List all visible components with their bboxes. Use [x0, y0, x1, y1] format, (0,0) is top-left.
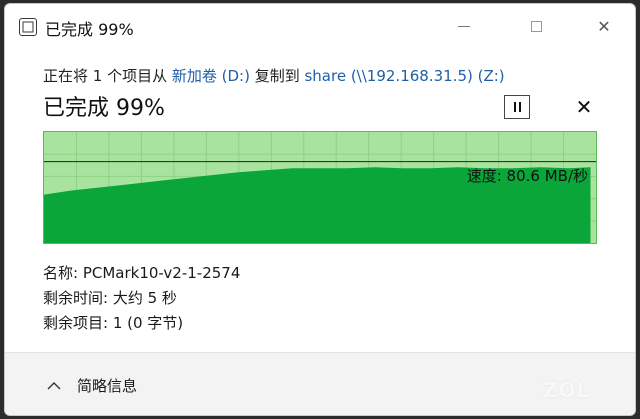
- title-bar[interactable]: 已完成 99% ✕: [5, 4, 635, 48]
- items-remaining: 剩余项目: 1 (0 字节): [43, 314, 184, 332]
- less-details-button[interactable]: 简略信息: [47, 375, 137, 396]
- file-name: 名称: PCMark10-v2-1-2574: [43, 264, 241, 282]
- window-title: 已完成 99%: [45, 20, 134, 39]
- destination-link[interactable]: share (\\192.168.31.5) (Z:): [304, 67, 504, 85]
- copy-description: 正在将 1 个项目从 新加卷 (D:) 复制到 share (\\192.168…: [43, 65, 505, 86]
- speed-graph-svg: [44, 132, 596, 243]
- file-copy-icon: [19, 18, 37, 36]
- transfer-speed-graph: 速度: 80.6 MB/秒: [43, 131, 597, 244]
- dialog-footer: 简略信息: [5, 352, 635, 415]
- minimize-icon: [458, 25, 470, 27]
- cancel-button[interactable]: ✕: [572, 95, 596, 119]
- window-close-button[interactable]: ✕: [581, 4, 627, 48]
- speed-label: 速度: 80.6 MB/秒: [466, 167, 588, 185]
- minimize-button[interactable]: [441, 4, 487, 48]
- pause-icon: [513, 102, 521, 112]
- progress-title: 已完成 99%: [43, 96, 165, 121]
- chevron-up-icon: [47, 381, 61, 389]
- copy-middle: 复制到: [249, 67, 305, 85]
- less-details-label: 简略信息: [77, 377, 138, 395]
- copy-prefix: 正在将 1 个项目从: [43, 67, 172, 85]
- pause-button[interactable]: [504, 95, 530, 119]
- zol-watermark: ZOL: [543, 378, 591, 402]
- time-remaining: 剩余时间: 大约 5 秒: [43, 289, 177, 307]
- maximize-button[interactable]: [513, 4, 559, 48]
- close-icon: ✕: [597, 16, 611, 36]
- maximize-icon: [530, 20, 542, 32]
- cancel-icon: ✕: [575, 95, 593, 119]
- copy-dialog-window: 已完成 99% ✕ 正在将 1 个项目从 新加卷 (D:) 复制到 share …: [4, 3, 636, 416]
- source-link[interactable]: 新加卷 (D:): [172, 67, 250, 85]
